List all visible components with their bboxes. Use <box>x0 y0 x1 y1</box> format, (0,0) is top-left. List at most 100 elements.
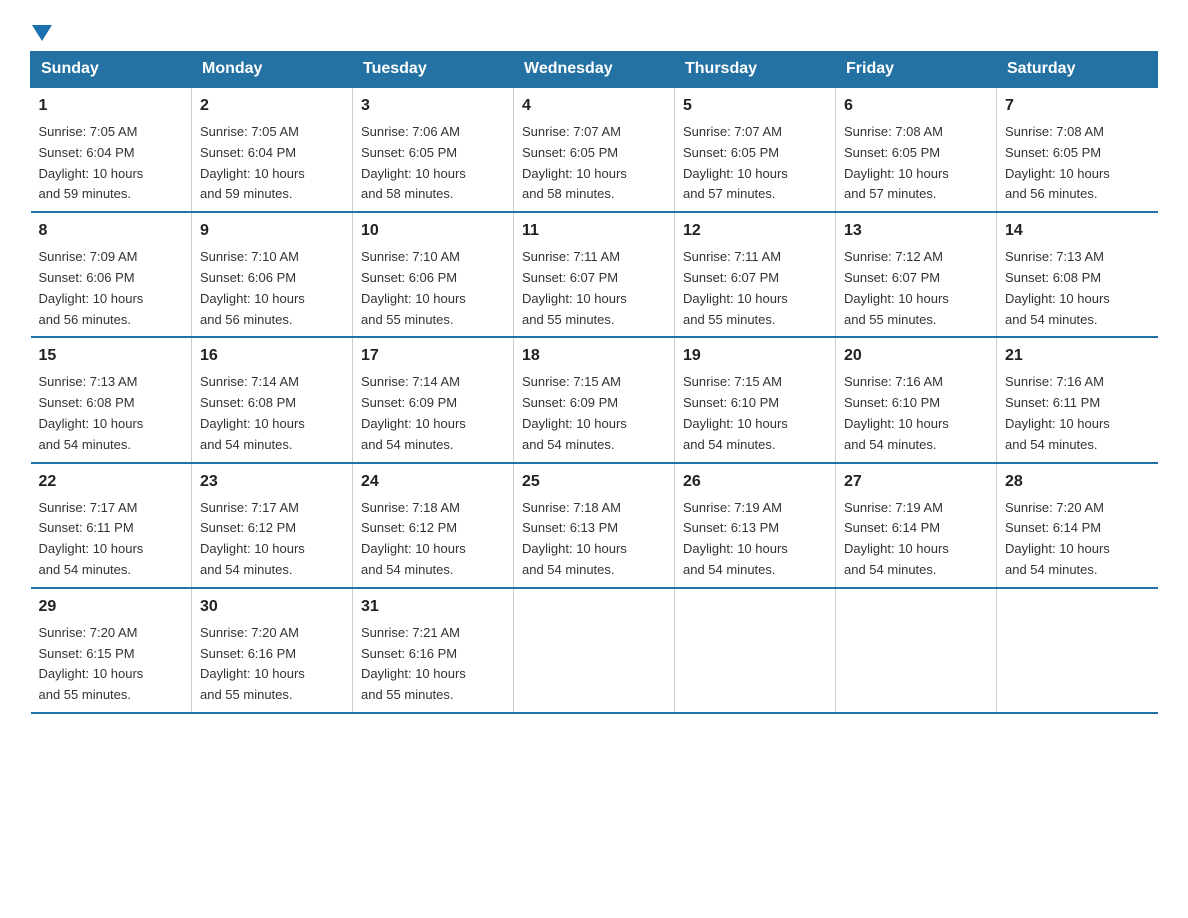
day-info: Sunrise: 7:05 AMSunset: 6:04 PMDaylight:… <box>200 124 305 201</box>
day-number: 21 <box>1005 344 1150 368</box>
day-number: 20 <box>844 344 988 368</box>
day-number: 18 <box>522 344 666 368</box>
calendar-cell <box>675 588 836 713</box>
calendar-cell: 20 Sunrise: 7:16 AMSunset: 6:10 PMDaylig… <box>836 337 997 462</box>
day-number: 10 <box>361 219 505 243</box>
calendar-cell <box>514 588 675 713</box>
calendar-cell: 23 Sunrise: 7:17 AMSunset: 6:12 PMDaylig… <box>192 463 353 588</box>
day-info: Sunrise: 7:16 AMSunset: 6:10 PMDaylight:… <box>844 374 949 451</box>
calendar-cell: 15 Sunrise: 7:13 AMSunset: 6:08 PMDaylig… <box>31 337 192 462</box>
calendar-header-row: SundayMondayTuesdayWednesdayThursdayFrid… <box>31 52 1158 88</box>
day-info: Sunrise: 7:11 AMSunset: 6:07 PMDaylight:… <box>522 249 627 326</box>
day-number: 9 <box>200 219 344 243</box>
day-info: Sunrise: 7:20 AMSunset: 6:14 PMDaylight:… <box>1005 500 1110 577</box>
day-number: 29 <box>39 595 184 619</box>
day-info: Sunrise: 7:15 AMSunset: 6:10 PMDaylight:… <box>683 374 788 451</box>
day-number: 25 <box>522 470 666 494</box>
calendar-cell: 30 Sunrise: 7:20 AMSunset: 6:16 PMDaylig… <box>192 588 353 713</box>
day-info: Sunrise: 7:15 AMSunset: 6:09 PMDaylight:… <box>522 374 627 451</box>
day-info: Sunrise: 7:09 AMSunset: 6:06 PMDaylight:… <box>39 249 144 326</box>
day-header-thursday: Thursday <box>675 52 836 88</box>
day-info: Sunrise: 7:08 AMSunset: 6:05 PMDaylight:… <box>844 124 949 201</box>
calendar-cell: 6 Sunrise: 7:08 AMSunset: 6:05 PMDayligh… <box>836 87 997 212</box>
logo <box>30 20 52 41</box>
calendar-cell: 2 Sunrise: 7:05 AMSunset: 6:04 PMDayligh… <box>192 87 353 212</box>
calendar-cell: 31 Sunrise: 7:21 AMSunset: 6:16 PMDaylig… <box>353 588 514 713</box>
day-info: Sunrise: 7:13 AMSunset: 6:08 PMDaylight:… <box>1005 249 1110 326</box>
day-number: 15 <box>39 344 184 368</box>
day-number: 3 <box>361 94 505 118</box>
calendar-cell: 14 Sunrise: 7:13 AMSunset: 6:08 PMDaylig… <box>997 212 1158 337</box>
logo-triangle-icon <box>32 25 52 41</box>
calendar-cell: 1 Sunrise: 7:05 AMSunset: 6:04 PMDayligh… <box>31 87 192 212</box>
day-number: 6 <box>844 94 988 118</box>
calendar-cell: 13 Sunrise: 7:12 AMSunset: 6:07 PMDaylig… <box>836 212 997 337</box>
calendar-cell: 27 Sunrise: 7:19 AMSunset: 6:14 PMDaylig… <box>836 463 997 588</box>
calendar-week-1: 1 Sunrise: 7:05 AMSunset: 6:04 PMDayligh… <box>31 87 1158 212</box>
day-header-monday: Monday <box>192 52 353 88</box>
calendar-cell: 9 Sunrise: 7:10 AMSunset: 6:06 PMDayligh… <box>192 212 353 337</box>
day-info: Sunrise: 7:12 AMSunset: 6:07 PMDaylight:… <box>844 249 949 326</box>
day-info: Sunrise: 7:07 AMSunset: 6:05 PMDaylight:… <box>683 124 788 201</box>
day-number: 14 <box>1005 219 1150 243</box>
calendar-week-3: 15 Sunrise: 7:13 AMSunset: 6:08 PMDaylig… <box>31 337 1158 462</box>
calendar-cell: 19 Sunrise: 7:15 AMSunset: 6:10 PMDaylig… <box>675 337 836 462</box>
day-info: Sunrise: 7:19 AMSunset: 6:13 PMDaylight:… <box>683 500 788 577</box>
day-number: 11 <box>522 219 666 243</box>
day-header-saturday: Saturday <box>997 52 1158 88</box>
day-info: Sunrise: 7:07 AMSunset: 6:05 PMDaylight:… <box>522 124 627 201</box>
calendar-cell: 5 Sunrise: 7:07 AMSunset: 6:05 PMDayligh… <box>675 87 836 212</box>
day-info: Sunrise: 7:19 AMSunset: 6:14 PMDaylight:… <box>844 500 949 577</box>
day-number: 13 <box>844 219 988 243</box>
day-number: 4 <box>522 94 666 118</box>
calendar-cell: 8 Sunrise: 7:09 AMSunset: 6:06 PMDayligh… <box>31 212 192 337</box>
day-number: 31 <box>361 595 505 619</box>
calendar-cell: 24 Sunrise: 7:18 AMSunset: 6:12 PMDaylig… <box>353 463 514 588</box>
day-number: 27 <box>844 470 988 494</box>
calendar-table: SundayMondayTuesdayWednesdayThursdayFrid… <box>30 51 1158 714</box>
day-info: Sunrise: 7:05 AMSunset: 6:04 PMDaylight:… <box>39 124 144 201</box>
calendar-cell <box>997 588 1158 713</box>
day-header-friday: Friday <box>836 52 997 88</box>
day-info: Sunrise: 7:16 AMSunset: 6:11 PMDaylight:… <box>1005 374 1110 451</box>
day-number: 1 <box>39 94 184 118</box>
calendar-week-5: 29 Sunrise: 7:20 AMSunset: 6:15 PMDaylig… <box>31 588 1158 713</box>
day-number: 26 <box>683 470 827 494</box>
day-info: Sunrise: 7:10 AMSunset: 6:06 PMDaylight:… <box>200 249 305 326</box>
day-info: Sunrise: 7:21 AMSunset: 6:16 PMDaylight:… <box>361 625 466 702</box>
day-number: 8 <box>39 219 184 243</box>
day-info: Sunrise: 7:11 AMSunset: 6:07 PMDaylight:… <box>683 249 788 326</box>
day-info: Sunrise: 7:08 AMSunset: 6:05 PMDaylight:… <box>1005 124 1110 201</box>
day-number: 16 <box>200 344 344 368</box>
calendar-cell: 25 Sunrise: 7:18 AMSunset: 6:13 PMDaylig… <box>514 463 675 588</box>
calendar-cell: 28 Sunrise: 7:20 AMSunset: 6:14 PMDaylig… <box>997 463 1158 588</box>
calendar-cell <box>836 588 997 713</box>
day-header-sunday: Sunday <box>31 52 192 88</box>
calendar-cell: 17 Sunrise: 7:14 AMSunset: 6:09 PMDaylig… <box>353 337 514 462</box>
day-header-tuesday: Tuesday <box>353 52 514 88</box>
day-number: 30 <box>200 595 344 619</box>
day-info: Sunrise: 7:13 AMSunset: 6:08 PMDaylight:… <box>39 374 144 451</box>
day-number: 7 <box>1005 94 1150 118</box>
day-number: 23 <box>200 470 344 494</box>
calendar-cell: 10 Sunrise: 7:10 AMSunset: 6:06 PMDaylig… <box>353 212 514 337</box>
day-info: Sunrise: 7:14 AMSunset: 6:08 PMDaylight:… <box>200 374 305 451</box>
day-number: 28 <box>1005 470 1150 494</box>
calendar-cell: 26 Sunrise: 7:19 AMSunset: 6:13 PMDaylig… <box>675 463 836 588</box>
day-info: Sunrise: 7:20 AMSunset: 6:16 PMDaylight:… <box>200 625 305 702</box>
day-number: 2 <box>200 94 344 118</box>
calendar-cell: 29 Sunrise: 7:20 AMSunset: 6:15 PMDaylig… <box>31 588 192 713</box>
day-info: Sunrise: 7:20 AMSunset: 6:15 PMDaylight:… <box>39 625 144 702</box>
calendar-cell: 16 Sunrise: 7:14 AMSunset: 6:08 PMDaylig… <box>192 337 353 462</box>
calendar-week-4: 22 Sunrise: 7:17 AMSunset: 6:11 PMDaylig… <box>31 463 1158 588</box>
calendar-cell: 21 Sunrise: 7:16 AMSunset: 6:11 PMDaylig… <box>997 337 1158 462</box>
calendar-cell: 3 Sunrise: 7:06 AMSunset: 6:05 PMDayligh… <box>353 87 514 212</box>
day-number: 12 <box>683 219 827 243</box>
day-number: 22 <box>39 470 184 494</box>
calendar-cell: 12 Sunrise: 7:11 AMSunset: 6:07 PMDaylig… <box>675 212 836 337</box>
calendar-cell: 11 Sunrise: 7:11 AMSunset: 6:07 PMDaylig… <box>514 212 675 337</box>
day-info: Sunrise: 7:06 AMSunset: 6:05 PMDaylight:… <box>361 124 466 201</box>
day-number: 17 <box>361 344 505 368</box>
day-info: Sunrise: 7:18 AMSunset: 6:12 PMDaylight:… <box>361 500 466 577</box>
page-header <box>30 20 1158 41</box>
